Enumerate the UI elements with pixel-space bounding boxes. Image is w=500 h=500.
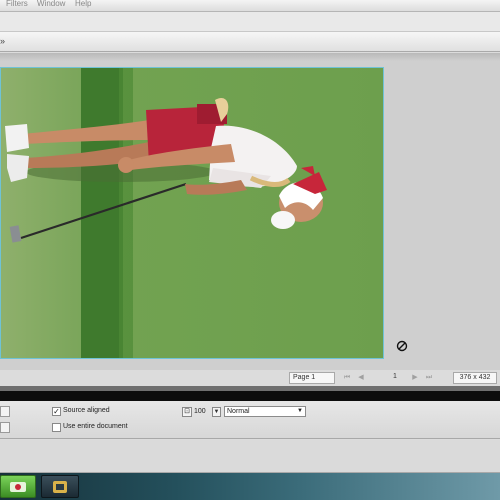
document-tab-bar: » xyxy=(0,32,500,52)
first-page-button[interactable]: ⏮ xyxy=(342,373,352,383)
windows-taskbar xyxy=(0,473,500,500)
previous-page-button[interactable]: ◀ xyxy=(356,373,366,383)
organizer-icon xyxy=(53,480,67,493)
page-selector-label: Page 1 xyxy=(293,374,316,381)
blend-mode-value: Normal xyxy=(227,408,250,415)
page-selector[interactable]: Page 1 xyxy=(289,372,335,384)
tool-options-bar: ✓ Source aligned Use entire document ⊡ 1… xyxy=(0,401,500,439)
menu-window[interactable]: Window xyxy=(37,0,65,8)
chevron-down-icon: ▼ xyxy=(297,408,303,414)
no-entry-cursor-icon xyxy=(396,340,408,352)
canvas-area[interactable] xyxy=(0,53,500,370)
use-entire-document-checkbox[interactable] xyxy=(52,423,61,432)
page-number: 1 xyxy=(393,373,397,380)
status-bar: Page 1 ⏮ ◀ 1 ▶ ⏭ 376 x 432 xyxy=(0,370,500,386)
taskbar-app-button-1[interactable] xyxy=(0,475,36,498)
tool-preset-dropdown[interactable] xyxy=(0,406,10,417)
next-page-button[interactable]: ▶ xyxy=(410,373,420,383)
menu-bar: Filters Window Help xyxy=(0,0,500,12)
panel-header-bar xyxy=(0,391,500,401)
photoshop-elements-icon xyxy=(10,481,26,492)
brush-size-value[interactable]: 100 xyxy=(194,407,210,417)
brush-size-dropdown[interactable]: ▼ xyxy=(212,407,221,417)
canvas-top-shadow xyxy=(0,53,500,61)
source-aligned-label: Source aligned xyxy=(63,407,110,414)
clone-stamp-icon[interactable]: ⊡ xyxy=(182,407,192,417)
image-size-value: 376 x 432 xyxy=(459,374,491,381)
image-size-readout: 376 x 432 xyxy=(453,372,497,384)
panel-expand-icon[interactable]: » xyxy=(0,36,5,46)
blend-mode-select[interactable]: Normal ▼ xyxy=(224,406,306,417)
use-entire-document-label: Use entire document xyxy=(63,423,128,430)
toolbar-strip xyxy=(0,12,500,32)
panel-bin xyxy=(0,440,500,473)
golf-photo-image xyxy=(1,68,383,358)
app-window: Filters Window Help » Page 1 ⏮ ◀ 1 ▶ ⏭ 3… xyxy=(0,0,500,500)
sample-dropdown[interactable] xyxy=(0,422,10,433)
taskbar-app-button-2[interactable] xyxy=(41,475,79,498)
menu-filters[interactable]: Filters xyxy=(6,0,28,8)
source-aligned-checkbox[interactable]: ✓ xyxy=(52,407,61,416)
menu-help[interactable]: Help xyxy=(75,0,91,8)
last-page-button[interactable]: ⏭ xyxy=(424,373,434,383)
golf-photo[interactable] xyxy=(0,67,384,359)
